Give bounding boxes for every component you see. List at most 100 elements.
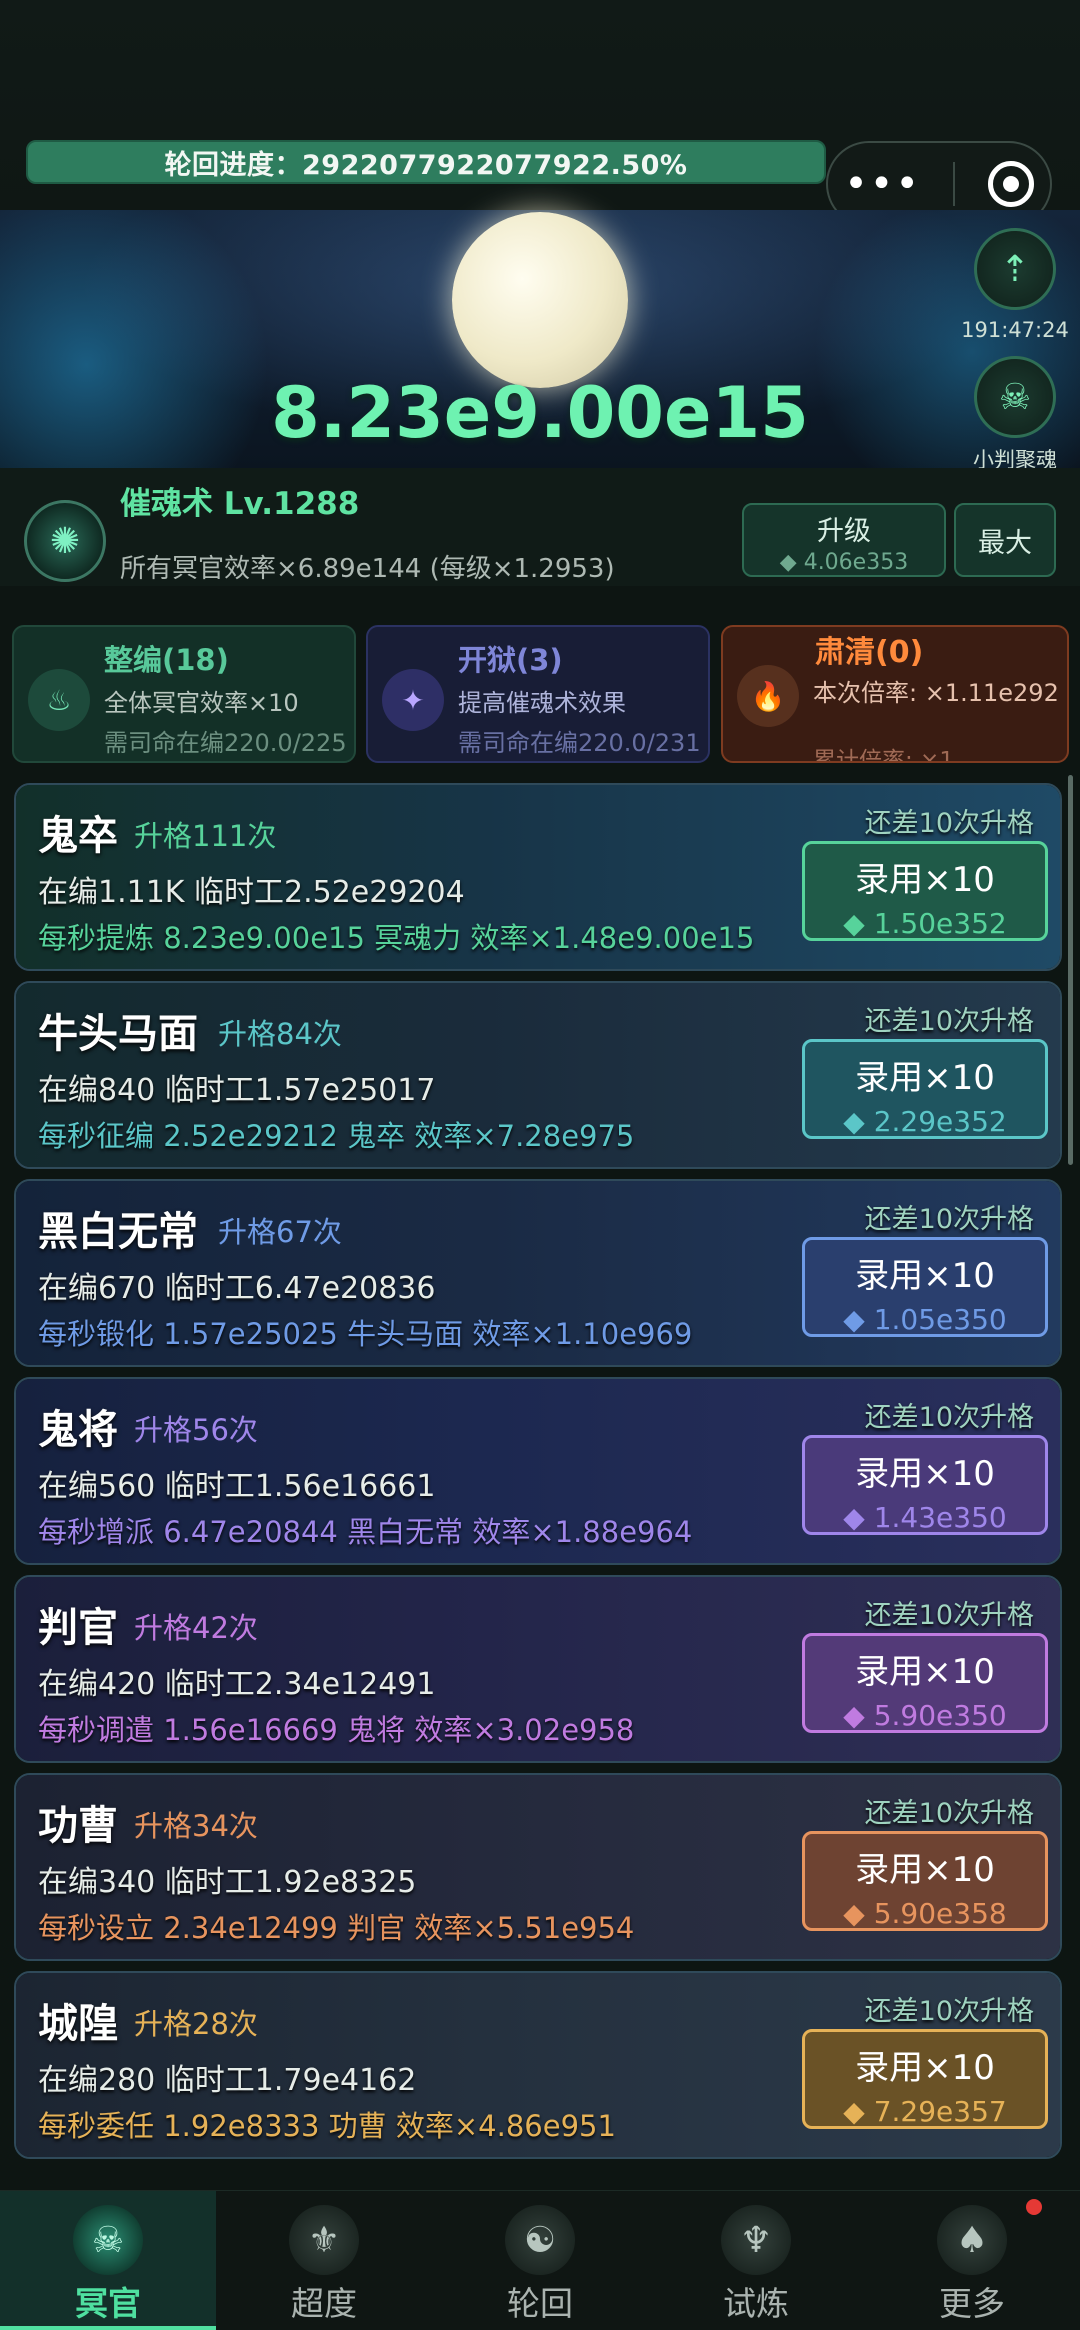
unit-promotion-count: 升格34次	[134, 1809, 258, 1843]
timer-event-icon[interactable]: ⇡	[974, 228, 1056, 310]
unit-production-rate: 每秒委任 1.92e8333 功曹 效率×4.86e951	[38, 2109, 616, 2143]
soul-power-total: 8.23e9.00e15	[271, 372, 809, 454]
unit-staff-count: 在编1.11K 临时工2.52e29204	[38, 875, 465, 910]
unit-name: 鬼将	[38, 1407, 118, 1453]
nav-tab-3[interactable]: ♆ 试炼	[648, 2191, 864, 2330]
notification-dot	[1026, 2199, 1042, 2215]
unit-card[interactable]: 城隍 升格28次 在编280 临时工1.79e4162 每秒委任 1.92e83…	[14, 1971, 1062, 2159]
unit-production-rate: 每秒设立 2.34e12499 判官 效率×5.51e954	[38, 1911, 635, 1945]
hire-x10-button[interactable]: 录用×10 ◆ 7.29e357	[802, 2029, 1048, 2129]
hire-x10-button[interactable]: 录用×10 ◆ 2.29e352	[802, 1039, 1048, 1139]
unit-name: 黑白无常	[38, 1209, 198, 1255]
unit-name: 鬼卒	[38, 813, 118, 859]
unit-list-scrollbar[interactable]	[1068, 775, 1073, 1165]
unit-card[interactable]: 鬼将 升格56次 在编560 临时工1.56e16661 每秒增派 6.47e2…	[14, 1377, 1062, 1565]
unit-card[interactable]: 功曹 升格34次 在编340 临时工1.92e8325 每秒设立 2.34e12…	[14, 1773, 1062, 1961]
hire-label: 录用×10	[855, 2048, 995, 2088]
unit-promotion-count: 升格111次	[134, 819, 277, 853]
upgrade-cost: ◆ 4.06e353	[779, 550, 909, 575]
nav-tab-0[interactable]: ☠ 冥官	[0, 2191, 216, 2330]
nav-tab-label: 试炼	[723, 2284, 789, 2323]
hire-cost: ◆ 1.43e350	[843, 1501, 1007, 1534]
capsule-divider	[953, 162, 956, 206]
progress-text: 轮回进度：2922077922077922.50%	[164, 149, 688, 181]
nav-tab-4[interactable]: ♠ 更多	[864, 2191, 1080, 2330]
purge-card[interactable]: 🔥 肃清(0) 本次倍率: ×1.11e292 累计倍率: ×1	[721, 625, 1069, 763]
open-prison-icon: ✦	[382, 669, 444, 731]
more-icon[interactable]: •••	[844, 164, 921, 204]
unit-staff-count: 在编670 临时工6.47e20836	[38, 1271, 436, 1306]
reorganize-card[interactable]: ♨ 整编(18) 全体冥官效率×10 需司命在编220.0/225	[12, 625, 356, 763]
reincarnation-progress-bar: 轮回进度：2922077922077922.50%	[26, 140, 826, 184]
open-prison-title: 开狱(3)	[458, 643, 563, 677]
nav-tab-icon: ♆	[721, 2205, 791, 2275]
unit-promotion-remaining: 还差10次升格	[864, 1006, 1034, 1037]
unit-production-rate: 每秒调遣 1.56e16669 鬼将 效率×3.02e958	[38, 1713, 635, 1747]
hire-x10-button[interactable]: 录用×10 ◆ 1.05e350	[802, 1237, 1048, 1337]
nav-tab-icon: ☯	[505, 2205, 575, 2275]
open-prison-effect: 提高催魂术效果	[458, 689, 626, 717]
hire-cost: ◆ 2.29e352	[843, 1105, 1007, 1138]
unit-promotion-remaining: 还差10次升格	[864, 1996, 1034, 2027]
skill-title: 催魂术 Lv.1288	[120, 486, 360, 522]
unit-card[interactable]: 判官 升格42次 在编420 临时工2.34e12491 每秒调遣 1.56e1…	[14, 1575, 1062, 1763]
nav-tab-label: 轮回	[507, 2284, 573, 2323]
hire-x10-button[interactable]: 录用×10 ◆ 5.90e358	[802, 1831, 1048, 1931]
nav-tab-2[interactable]: ☯ 轮回	[432, 2191, 648, 2330]
nav-tab-label: 更多	[939, 2284, 1005, 2323]
unit-promotion-count: 升格84次	[218, 1017, 342, 1051]
unit-name: 功曹	[38, 1803, 118, 1849]
hire-cost: ◆ 5.90e358	[843, 1897, 1007, 1930]
purge-flame-icon: 🔥	[737, 665, 799, 727]
unit-promotion-count: 升格28次	[134, 2007, 258, 2041]
unit-production-rate: 每秒增派 6.47e20844 黑白无常 效率×1.88e964	[38, 1515, 693, 1549]
unit-production-rate: 每秒征编 2.52e29212 鬼卒 效率×7.28e975	[38, 1119, 635, 1153]
unit-promotion-count: 升格56次	[134, 1413, 258, 1447]
soul-gather-icon[interactable]: ☠	[974, 356, 1056, 438]
nav-tab-icon: ♠	[937, 2205, 1007, 2275]
nav-tab-icon: ⚜	[289, 2205, 359, 2275]
hire-label: 录用×10	[855, 1652, 995, 1692]
unit-card[interactable]: 牛头马面 升格84次 在编840 临时工1.57e25017 每秒征编 2.52…	[14, 981, 1062, 1169]
nav-tab-icon: ☠	[73, 2205, 143, 2275]
unit-card[interactable]: 鬼卒 升格111次 在编1.11K 临时工2.52e29204 每秒提炼 8.2…	[14, 783, 1062, 971]
unit-promotion-remaining: 还差10次升格	[864, 1402, 1034, 1433]
hire-x10-button[interactable]: 录用×10 ◆ 5.90e350	[802, 1633, 1048, 1733]
open-prison-requirement: 需司命在编220.0/231	[458, 729, 701, 757]
reorganize-requirement: 需司命在编220.0/225	[104, 729, 347, 757]
hire-label: 录用×10	[855, 1256, 995, 1296]
moon-image	[452, 212, 628, 388]
unit-staff-count: 在编560 临时工1.56e16661	[38, 1469, 436, 1504]
reorganize-effect: 全体冥官效率×10	[104, 689, 299, 717]
unit-name: 判官	[38, 1605, 118, 1651]
soul-summon-skill-icon: ✺	[24, 500, 106, 582]
unit-staff-count: 在编840 临时工1.57e25017	[38, 1073, 436, 1108]
close-target-icon[interactable]	[987, 161, 1034, 207]
purge-title: 肃清(0)	[815, 635, 924, 670]
unit-staff-count: 在编420 临时工2.34e12491	[38, 1667, 436, 1702]
nav-tab-label: 冥官	[75, 2284, 141, 2323]
open-prison-card[interactable]: ✦ 开狱(3) 提高催魂术效果 需司命在编220.0/231	[366, 625, 710, 763]
skill-upgrade-button[interactable]: 升级 ◆ 4.06e353	[742, 503, 946, 577]
bottom-nav: ☠ 冥官 ⚜ 超度 ☯ 轮回 ♆ 试炼 ♠ 更多	[0, 2190, 1080, 2330]
hire-cost: ◆ 7.29e357	[843, 2095, 1007, 2128]
unit-list[interactable]: 鬼卒 升格111次 在编1.11K 临时工2.52e29204 每秒提炼 8.2…	[0, 783, 1080, 2188]
unit-production-rate: 每秒提炼 8.23e9.00e15 冥魂力 效率×1.48e9.00e15	[38, 921, 755, 955]
hire-label: 录用×10	[855, 860, 995, 900]
purge-total-multiplier: 累计倍率: ×1	[813, 748, 954, 763]
upgrade-label: 升级	[817, 516, 871, 547]
hire-x10-button[interactable]: 录用×10 ◆ 1.43e350	[802, 1435, 1048, 1535]
skill-description: 所有冥官效率×6.89e144 (每级×1.2953)	[120, 554, 615, 584]
nav-tab-1[interactable]: ⚜ 超度	[216, 2191, 432, 2330]
unit-staff-count: 在编340 临时工1.92e8325	[38, 1865, 417, 1900]
unit-promotion-count: 升格67次	[218, 1215, 342, 1249]
unit-promotion-count: 升格42次	[134, 1611, 258, 1645]
skill-max-button[interactable]: 最大	[954, 503, 1056, 577]
unit-card[interactable]: 黑白无常 升格67次 在编670 临时工6.47e20836 每秒锻化 1.57…	[14, 1179, 1062, 1367]
hire-cost: ◆ 1.05e350	[843, 1303, 1007, 1336]
reorganize-icon: ♨	[28, 669, 90, 731]
hire-cost: ◆ 1.50e352	[843, 907, 1007, 940]
hire-x10-button[interactable]: 录用×10 ◆ 1.50e352	[802, 841, 1048, 941]
event-timer: 191:47:24	[961, 318, 1069, 342]
reorganize-title: 整编(18)	[104, 643, 229, 677]
